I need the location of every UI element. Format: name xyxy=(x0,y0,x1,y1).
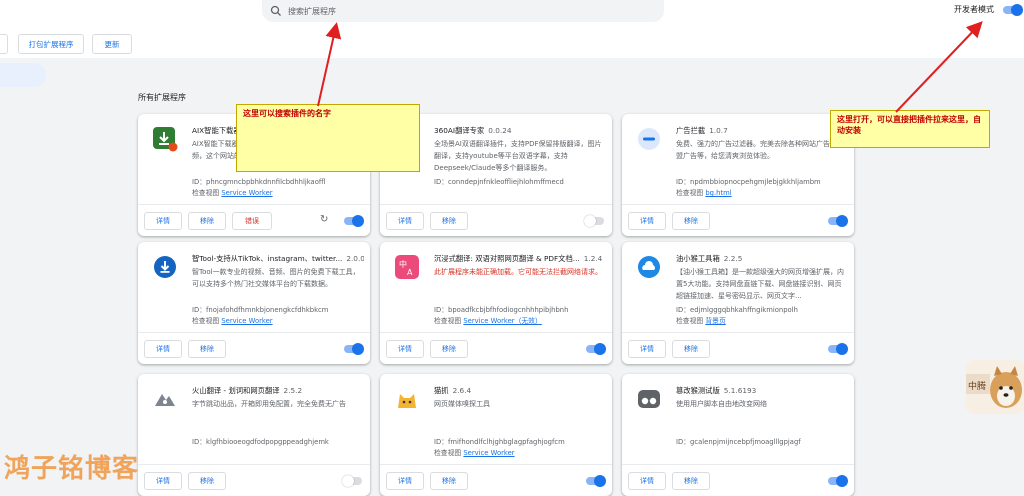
arrow-to-search xyxy=(317,22,342,107)
svg-text:中腾: 中腾 xyxy=(968,380,986,392)
blog-watermark: 鸿子铭博客 xyxy=(4,454,140,484)
annotation-arrows xyxy=(317,21,983,113)
dog-mascot-image: 中腾 xyxy=(966,360,1024,414)
arrow-to-dev-toggle xyxy=(895,21,983,113)
